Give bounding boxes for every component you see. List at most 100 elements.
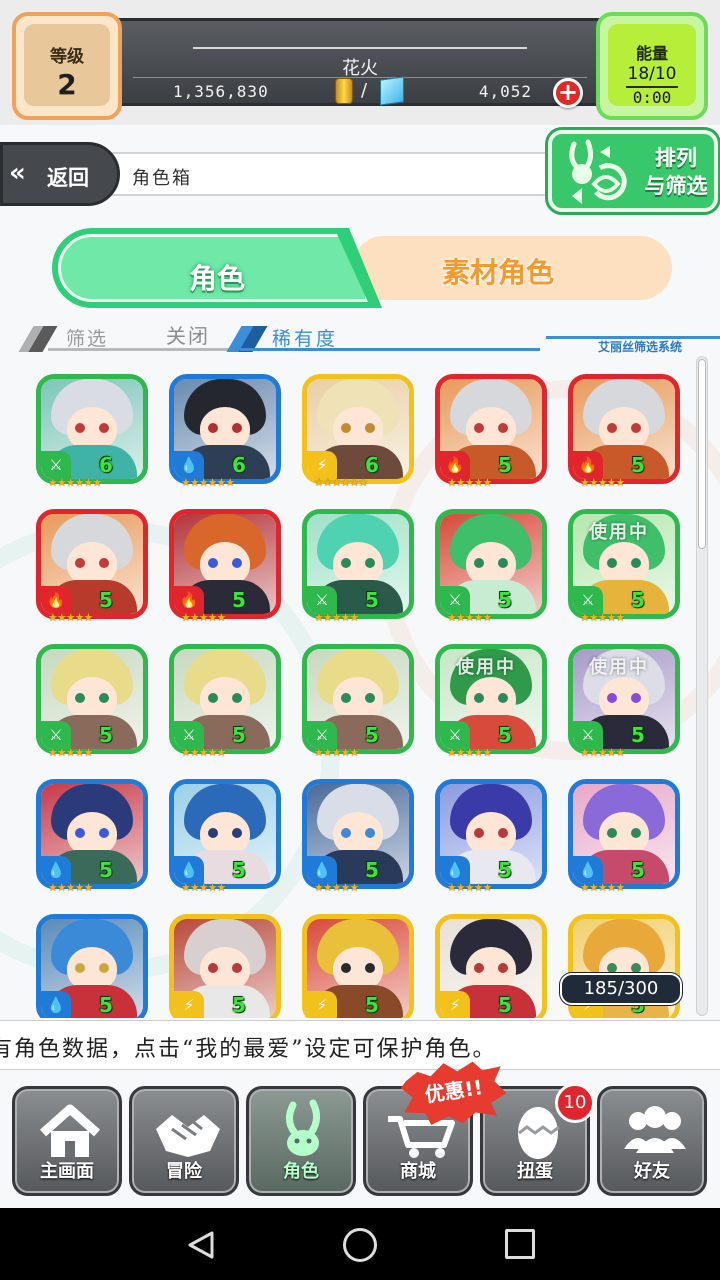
divider (193, 47, 527, 49)
portrait-eye (365, 828, 375, 838)
character-card[interactable]: 💧5★★★★★ (163, 775, 283, 903)
coin-icon (335, 78, 353, 104)
portrait-eye (341, 558, 351, 568)
wood-element-icon: ⚔ (307, 721, 337, 749)
double-chevron-left-icon: « (9, 158, 26, 188)
rarity-number: 6 (365, 453, 379, 477)
wood-element-icon: ⚔ (440, 721, 470, 749)
back-triangle-icon[interactable] (186, 1230, 216, 1260)
character-card[interactable]: 使用中 ⚔ 5 ★★★★★ (429, 640, 549, 768)
gacha-notification-badge: 10 (555, 1083, 595, 1123)
rarity-number: 5 (365, 993, 379, 1017)
portrait-eye (474, 963, 484, 973)
character-card[interactable]: ⚔ 5 ★★★★★ (163, 640, 283, 768)
tab-characters-face: 角色 (58, 234, 368, 302)
home-circle-icon[interactable] (343, 1228, 377, 1262)
character-portrait: 使用中 ⚔ 5 (568, 644, 680, 754)
water-element-icon: 💧 (174, 451, 204, 479)
sort-filter-button[interactable]: 排列 与筛选 (548, 130, 718, 212)
portrait-eye (607, 423, 617, 433)
character-card[interactable]: 💧5★★★★★ (30, 910, 150, 1018)
menu-friends-button[interactable]: 好友 (597, 1086, 707, 1196)
portrait-eye (631, 423, 641, 433)
rarity-number: 6 (232, 453, 246, 477)
filter-state-toggle[interactable]: 关闭 (166, 320, 210, 349)
tab-material-characters[interactable]: 素材角色 (352, 236, 672, 300)
recent-apps-icon[interactable] (505, 1229, 535, 1259)
menu-adventure-button[interactable]: 冒险 (129, 1086, 239, 1196)
level-badge[interactable]: 等级 2 (12, 12, 122, 120)
character-card[interactable]: 💧5★★★★★ (296, 775, 416, 903)
back-button[interactable]: « 返回 (0, 142, 120, 206)
wood-element-icon: ⚔ (41, 721, 71, 749)
character-portrait: 💧 5 (169, 779, 281, 889)
character-card[interactable]: 使用中 ⚔ 5 ★★★★★ (562, 640, 682, 768)
water-element-icon: 💧 (174, 856, 204, 884)
portrait-eye (365, 693, 375, 703)
character-card[interactable]: 🔥 5 ★★★★★ (562, 370, 682, 498)
character-card[interactable]: ⚔ 6 ★★★★★★ (30, 370, 150, 498)
top-status-bar: 花火 1,356,830 / 4,052 + 等级 2 能量 18/10 0:0… (0, 0, 720, 125)
add-gems-button[interactable]: + (553, 78, 583, 108)
character-card[interactable]: 💧5★★★★★ (562, 775, 682, 903)
rarity-stars: ★★★★★ (48, 746, 93, 759)
character-portrait: 💧 5 (36, 914, 148, 1018)
water-element-icon: 💧 (41, 856, 71, 884)
portrait-eye (631, 693, 641, 703)
rarity-number: 5 (631, 723, 645, 747)
fire-element-icon: 🔥 (174, 586, 204, 614)
menu-home-button[interactable]: 主画面 (12, 1086, 122, 1196)
character-card[interactable]: 💧5★★★★★ (30, 775, 150, 903)
rarity-number: 5 (631, 453, 645, 477)
character-card[interactable]: 💧5★★★★★ (429, 775, 549, 903)
tab-characters[interactable]: 角色 (52, 228, 382, 308)
menu-label: 冒险 (166, 1161, 202, 1182)
character-card[interactable]: 💧 6 ★★★★★★ (163, 370, 283, 498)
character-card[interactable]: 使用中 ⚔ 5 ★★★★★ (562, 505, 682, 633)
character-card[interactable]: ⚡5★★★★★ (429, 910, 549, 1018)
character-portrait: 💧 5 (36, 779, 148, 889)
portrait-eye (631, 963, 641, 973)
grid-scrollbar[interactable] (696, 356, 708, 1016)
rarity-stars: ★★★★★ (314, 1016, 359, 1018)
portrait-eye (341, 693, 351, 703)
character-grid: ⚔ 6 ★★★★★★ 💧 6 ★★★★★★ ⚡ 6 ★★★★★★ 🔥 5 ★★★★★ 🔥 5 ★★★★★ 🔥 5… (30, 370, 690, 1018)
rarity-number: 5 (99, 858, 113, 882)
rarity-stars: ★★★★★ (181, 1016, 226, 1018)
menu-characters-button[interactable]: 角色 (246, 1086, 356, 1196)
rarity-number: 5 (498, 588, 512, 612)
light-element-icon: ⚡ (174, 991, 204, 1018)
sort-label-line1: 排列 (655, 146, 697, 170)
scroll-thumb[interactable] (698, 359, 706, 549)
sort-order-label[interactable]: 稀有度 (272, 324, 338, 351)
character-card[interactable]: ⚔ 5 ★★★★★ (296, 505, 416, 633)
character-card[interactable]: ⚡ 6 ★★★★★★ (296, 370, 416, 498)
rarity-number: 5 (232, 858, 246, 882)
portrait-eye (75, 558, 85, 568)
breadcrumb: 角色箱 (108, 152, 558, 196)
character-card[interactable]: 🔥 5 ★★★★★ (163, 505, 283, 633)
wood-element-icon: ⚔ (440, 586, 470, 614)
portrait-eye (498, 693, 508, 703)
portrait-eye (75, 693, 85, 703)
character-portrait: ⚔ 6 (36, 374, 148, 484)
portrait-eye (631, 828, 641, 838)
portrait-eye (99, 423, 109, 433)
light-element-icon: ⚡ (307, 451, 337, 479)
character-card[interactable]: ⚔ 5 ★★★★★ (30, 640, 150, 768)
portrait-eye (607, 963, 617, 973)
light-element-icon: ⚡ (307, 991, 337, 1018)
rabbit-sort-icon (569, 139, 627, 204)
character-card[interactable]: ⚡5★★★★★ (163, 910, 283, 1018)
character-card[interactable]: 🔥 5 ★★★★★ (429, 370, 549, 498)
in-use-label: 使用中 (589, 522, 649, 543)
energy-badge[interactable]: 能量 18/10 0:00 (596, 12, 708, 120)
portrait-eye (474, 828, 484, 838)
character-card[interactable]: ⚔ 5 ★★★★★ (296, 640, 416, 768)
sort-filter-label: 排列 与筛选 (636, 144, 716, 200)
character-card[interactable]: 🔥 5 ★★★★★ (30, 505, 150, 633)
character-portrait: ⚔ 5 (302, 644, 414, 754)
character-card[interactable]: ⚔ 5 ★★★★★ (429, 505, 549, 633)
character-card[interactable]: ⚡ 5 ★★★★★ (296, 910, 416, 1018)
portrait-eye (498, 828, 508, 838)
